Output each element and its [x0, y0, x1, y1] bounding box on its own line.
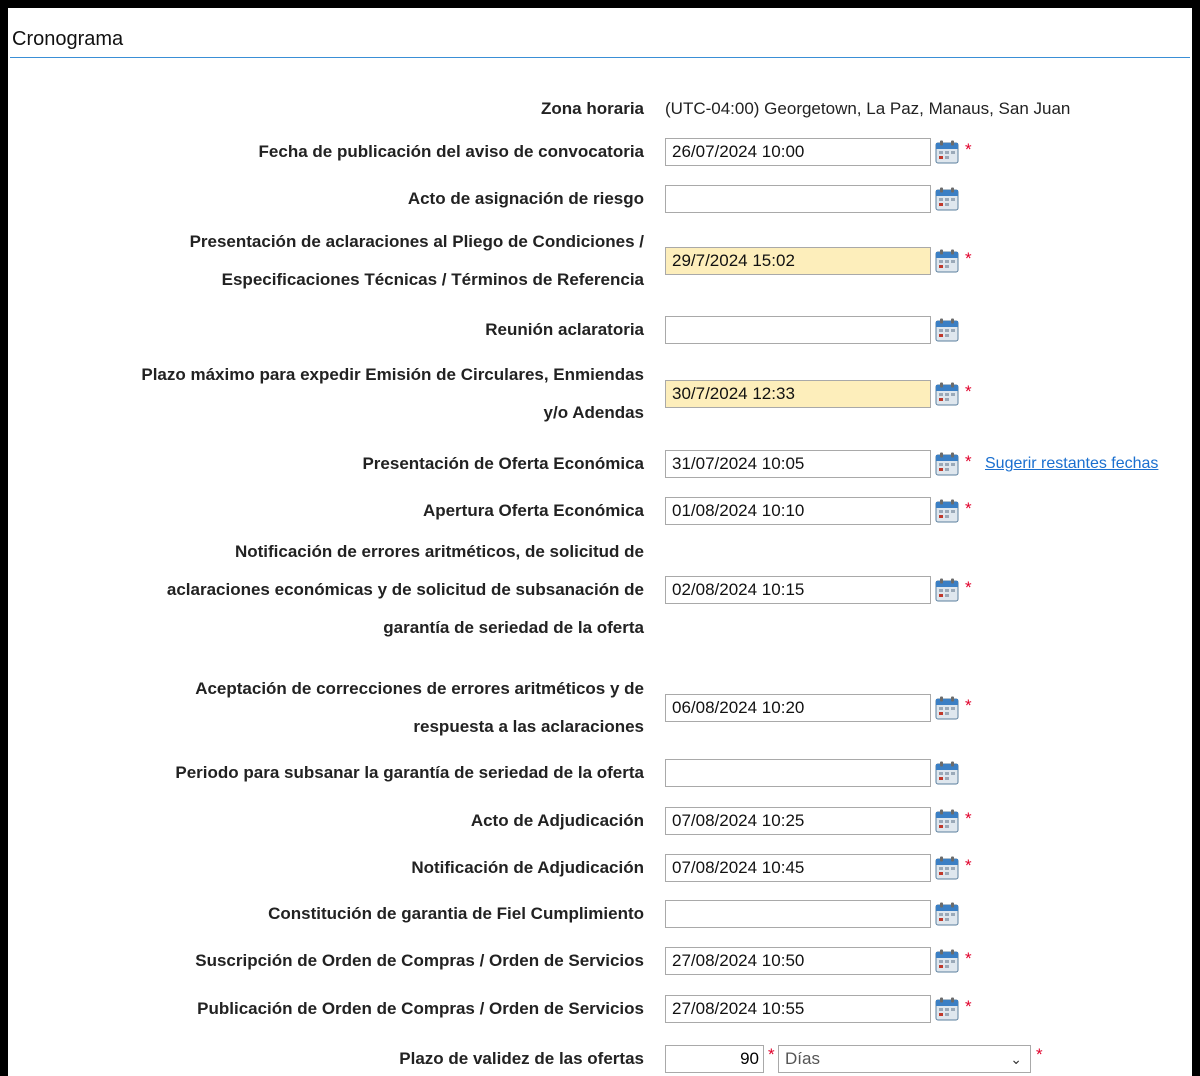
date-input[interactable]	[665, 316, 931, 344]
validity-unit-select[interactable]: Días ⌄	[778, 1045, 1031, 1073]
required-marker: *	[965, 997, 972, 1016]
calendar-icon[interactable]	[935, 382, 959, 406]
required-marker: *	[965, 452, 972, 471]
schedule-row: Plazo máximo para expedir Emisión de Cir…	[8, 356, 1192, 432]
timezone-value: (UTC-04:00) Georgetown, La Paz, Manaus, …	[665, 99, 1071, 118]
calendar-icon[interactable]	[935, 696, 959, 720]
schedule-row: Acto de asignación de riesgo	[8, 180, 1192, 218]
suggest-dates-link[interactable]: Sugerir restantes fechas	[985, 454, 1158, 474]
required-marker: *	[965, 499, 972, 518]
required-marker: *	[965, 382, 972, 401]
required-marker: *	[965, 696, 972, 715]
schedule-label: Aceptación de correcciones de errores ar…	[28, 670, 644, 746]
date-input[interactable]	[665, 380, 931, 408]
schedule-label-line: Plazo máximo para expedir Emisión de Cir…	[141, 365, 644, 384]
cronograma-panel: Cronograma Zona horaria (UTC-04:00) Geor…	[8, 8, 1192, 1076]
schedule-label: Publicación de Orden de Compras / Orden …	[197, 999, 644, 1018]
schedule-label: Acto de Adjudicación	[470, 811, 644, 830]
schedule-row: Constitución de garantia de Fiel Cumplim…	[8, 895, 1192, 933]
schedule-label: Presentación de aclaraciones al Pliego d…	[28, 223, 644, 299]
date-input[interactable]	[665, 759, 931, 787]
date-input[interactable]	[665, 185, 931, 213]
schedule-label-line: Especificaciones Técnicas / Términos de …	[221, 270, 644, 289]
date-input[interactable]	[665, 497, 931, 525]
schedule-label: Reunión aclaratoria	[485, 320, 644, 339]
calendar-icon[interactable]	[935, 499, 959, 523]
schedule-label-line: y/o Adendas	[543, 403, 644, 422]
schedule-label: Notificación de errores aritméticos, de …	[28, 533, 644, 647]
schedule-row: Acto de Adjudicación *	[8, 802, 1192, 840]
required-marker: *	[965, 578, 972, 597]
schedule-label-line: garantía de seriedad de la oferta	[383, 618, 644, 637]
schedule-label: Plazo máximo para expedir Emisión de Cir…	[28, 356, 644, 432]
schedule-label-line: Presentación de aclaraciones al Pliego d…	[189, 232, 644, 251]
validity-unit-value: Días	[785, 1049, 820, 1068]
calendar-icon[interactable]	[935, 249, 959, 273]
calendar-icon[interactable]	[935, 318, 959, 342]
calendar-icon[interactable]	[935, 578, 959, 602]
required-marker: *	[768, 1045, 775, 1064]
timezone-label: Zona horaria	[541, 99, 644, 118]
calendar-icon[interactable]	[935, 187, 959, 211]
schedule-label: Periodo para subsanar la garantía de ser…	[175, 763, 644, 782]
schedule-label: Suscripción de Orden de Compras / Orden …	[195, 951, 644, 970]
schedule-label-line: Aceptación de correcciones de errores ar…	[195, 679, 644, 698]
date-input[interactable]	[665, 247, 931, 275]
required-marker: *	[965, 249, 972, 268]
calendar-icon[interactable]	[935, 902, 959, 926]
section-header: Cronograma	[10, 8, 1190, 58]
date-input[interactable]	[665, 576, 931, 604]
date-input[interactable]	[665, 694, 931, 722]
schedule-label: Presentación de Oferta Económica	[362, 454, 644, 473]
required-marker: *	[965, 949, 972, 968]
chevron-down-icon: ⌄	[1010, 1051, 1022, 1067]
schedule-label: Notificación de Adjudicación	[411, 858, 644, 877]
calendar-icon[interactable]	[935, 949, 959, 973]
date-input[interactable]	[665, 807, 931, 835]
schedule-row: Reunión aclaratoria	[8, 311, 1192, 349]
schedule-label: Apertura Oferta Económica	[422, 501, 644, 520]
schedule-row: Publicación de Orden de Compras / Orden …	[8, 990, 1192, 1028]
calendar-icon[interactable]	[935, 856, 959, 880]
schedule-label: Fecha de publicación del aviso de convoc…	[258, 142, 644, 161]
date-input[interactable]	[665, 854, 931, 882]
calendar-icon[interactable]	[935, 997, 959, 1021]
schedule-row: Presentación de Oferta Económica * Sugerir…	[8, 445, 1192, 483]
schedule-row: Notificación de errores aritméticos, de …	[8, 533, 1192, 647]
schedule-label-line: respuesta a las aclaraciones	[413, 717, 644, 736]
schedule-row: Presentación de aclaraciones al Pliego d…	[8, 223, 1192, 299]
required-marker: *	[965, 856, 972, 875]
schedule-label: Constitución de garantia de Fiel Cumplim…	[268, 904, 644, 923]
validity-number-input[interactable]	[665, 1045, 764, 1073]
schedule-label-line: Notificación de errores aritméticos, de …	[234, 542, 644, 561]
date-input[interactable]	[665, 138, 931, 166]
schedule-row: Suscripción de Orden de Compras / Orden …	[8, 942, 1192, 980]
section-title: Cronograma	[12, 28, 124, 50]
date-input[interactable]	[665, 450, 931, 478]
required-marker: *	[1036, 1045, 1043, 1064]
schedule-label: Acto de asignación de riesgo	[407, 189, 644, 208]
date-input[interactable]	[665, 947, 931, 975]
date-input[interactable]	[665, 900, 931, 928]
required-marker: *	[965, 809, 972, 828]
schedule-row: Notificación de Adjudicación *	[8, 849, 1192, 887]
schedule-row: Apertura Oferta Económica *	[8, 492, 1192, 530]
schedule-row: Periodo para subsanar la garantía de ser…	[8, 754, 1192, 792]
schedule-label-line: aclaraciones económicas y de solicitud d…	[166, 580, 644, 599]
required-marker: *	[965, 140, 972, 159]
schedule-row: Aceptación de correcciones de errores ar…	[8, 670, 1192, 746]
calendar-icon[interactable]	[935, 452, 959, 476]
date-input[interactable]	[665, 995, 931, 1023]
calendar-icon[interactable]	[935, 761, 959, 785]
schedule-row: Fecha de publicación del aviso de convoc…	[8, 133, 1192, 171]
calendar-icon[interactable]	[935, 809, 959, 833]
validity-label: Plazo de validez de las ofertas	[399, 1049, 644, 1068]
calendar-icon[interactable]	[935, 140, 959, 164]
